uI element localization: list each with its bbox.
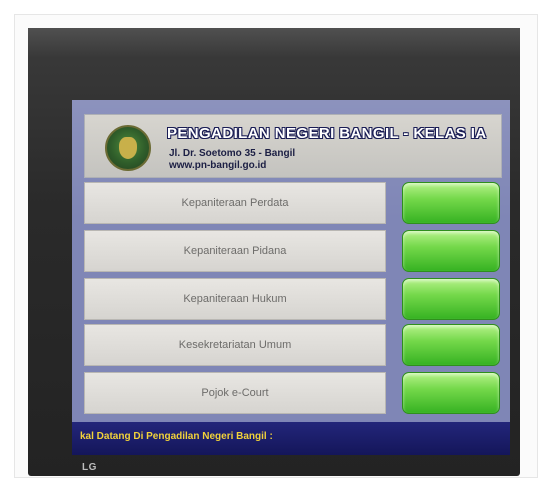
welcome-ticker-text: kal Datang Di Pengadilan Negeri Bangil :: [80, 431, 273, 442]
kiosk-screen: PENGADILAN NEGERI BANGIL - KELAS IA Jl. …: [72, 100, 510, 455]
menu-item-pidana[interactable]: Kepaniteraan Pidana: [84, 230, 386, 272]
menu-item-perdata[interactable]: Kepaniteraan Perdata: [84, 182, 386, 224]
emblem-center: [119, 137, 137, 159]
menu-item-ecourt[interactable]: Pojok e-Court: [84, 372, 386, 414]
menu-row-ecourt: Pojok e-Court: [84, 372, 500, 414]
menu-row-pidana: Kepaniteraan Pidana: [84, 230, 500, 272]
menu-item-hukum[interactable]: Kepaniteraan Hukum: [84, 278, 386, 320]
hukum-green-button[interactable]: [402, 278, 500, 320]
court-emblem-icon: [105, 125, 151, 171]
pidana-green-button[interactable]: [402, 230, 500, 272]
menu-item-umum[interactable]: Kesekretariatan Umum: [84, 324, 386, 366]
footer-ticker-bar: kal Datang Di Pengadilan Negeri Bangil :: [72, 422, 510, 455]
court-title: PENGADILAN NEGERI BANGIL - KELAS IA: [167, 125, 487, 142]
ecourt-green-button[interactable]: [402, 372, 500, 414]
court-website: www.pn-bangil.go.id: [169, 160, 267, 171]
court-address: Jl. Dr. Soetomo 35 - Bangil: [169, 148, 296, 159]
menu-row-hukum: Kepaniteraan Hukum: [84, 278, 500, 320]
perdata-green-button[interactable]: [402, 182, 500, 224]
menu-row-umum: Kesekretariatan Umum: [84, 324, 500, 366]
monitor-bezel-top: [28, 28, 520, 58]
court-header: PENGADILAN NEGERI BANGIL - KELAS IA Jl. …: [84, 114, 502, 178]
umum-green-button[interactable]: [402, 324, 500, 366]
menu-row-perdata: Kepaniteraan Perdata: [84, 182, 500, 224]
monitor-brand-logo: LG: [82, 462, 97, 473]
